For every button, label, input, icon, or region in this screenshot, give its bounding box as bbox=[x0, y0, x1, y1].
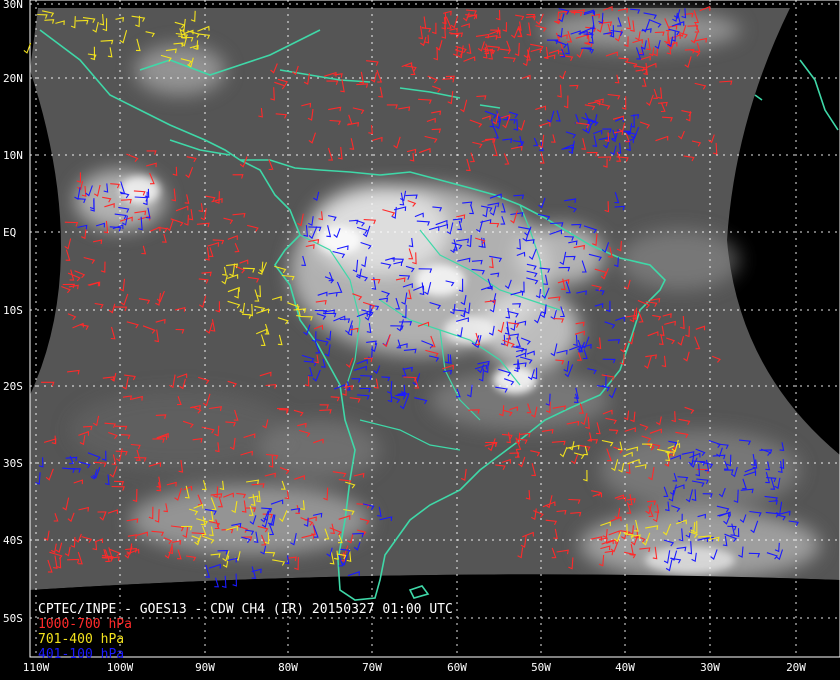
longitude-label: 50W bbox=[531, 661, 551, 674]
latitude-label: 30N bbox=[3, 0, 23, 11]
satellite-image-viewer: 30N 20N 10N EQ 10S 20S 30S 40S 50S 110W 100W 90W 80… bbox=[0, 0, 840, 680]
longitude-label: 60W bbox=[447, 661, 467, 674]
longitude-label: 110W bbox=[23, 661, 50, 674]
longitude-label: 40W bbox=[615, 661, 635, 674]
longitude-label: 70W bbox=[362, 661, 382, 674]
legend-entry: 701-400 hPa bbox=[38, 632, 125, 647]
legend-entry: 1000-700 hPa bbox=[38, 617, 132, 632]
longitude-label: 90W bbox=[195, 661, 215, 674]
legend-entry: 401-100 hPa bbox=[38, 647, 125, 662]
longitude-label: 20W bbox=[786, 661, 806, 674]
latitude-label: 10N bbox=[3, 149, 23, 162]
longitude-label: 80W bbox=[278, 661, 298, 674]
latitude-label: 20N bbox=[3, 72, 23, 85]
latitude-label: 30S bbox=[3, 457, 23, 470]
longitude-label: 30W bbox=[700, 661, 720, 674]
image-title: CPTEC/INPE - GOES13 - CDW CH4 (IR) 20150… bbox=[38, 602, 453, 617]
latitude-label: 10S bbox=[3, 304, 23, 317]
map-canvas: 30N 20N 10N EQ 10S 20S 30S 40S 50S 110W 100W 90W 80… bbox=[0, 0, 840, 680]
latitude-label: 50S bbox=[3, 612, 23, 625]
latitude-label: 20S bbox=[3, 380, 23, 393]
latitude-label: 40S bbox=[3, 534, 23, 547]
latitude-labels: 30N 20N 10N EQ 10S 20S 30S 40S 50S bbox=[3, 0, 23, 625]
latitude-label: EQ bbox=[3, 226, 16, 239]
longitude-label: 100W bbox=[107, 661, 134, 674]
